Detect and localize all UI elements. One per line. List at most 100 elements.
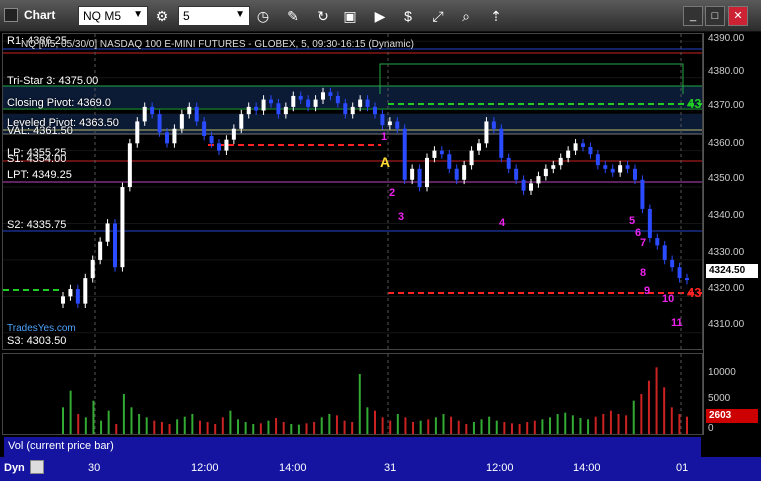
candle-body (670, 259, 675, 268)
candle-body (387, 121, 392, 126)
level-label: S3: 4303.50 (7, 335, 67, 347)
candle-body (551, 165, 556, 169)
x-tick: 01 (676, 462, 689, 474)
y-tick: 4380.00 (708, 66, 745, 77)
volume-bar (434, 417, 437, 434)
close-button[interactable]: ✕ (728, 6, 748, 26)
candle-body (283, 106, 288, 115)
candle-body (90, 259, 95, 279)
candle-body (98, 241, 103, 260)
volume-bar (663, 387, 666, 434)
maximize-button[interactable]: □ (705, 6, 725, 26)
candle-body (514, 168, 519, 180)
candle-body (462, 165, 467, 180)
red-count-label: 43 (687, 285, 702, 300)
candle-body (350, 106, 355, 115)
play-icon[interactable]: ▶ (370, 5, 390, 27)
volume-panel[interactable] (2, 353, 703, 435)
candle-body (179, 114, 184, 129)
volume-bar (571, 415, 574, 434)
candle-body (588, 146, 593, 155)
volume-bar (389, 420, 392, 434)
time-axis[interactable]: Dyn 30 12:00 14:00 31 12:00 14:00 01 (0, 457, 761, 481)
volume-bar (374, 410, 376, 434)
volume-bar (160, 422, 163, 434)
candle-body (321, 92, 325, 100)
candle-body (558, 157, 563, 166)
count-mark-4: 4 (499, 217, 506, 229)
candle-body (335, 95, 340, 104)
candle-body (142, 106, 147, 122)
candle-body (105, 223, 110, 242)
volume-bar (153, 420, 156, 434)
y-tick: 4340.00 (708, 210, 745, 221)
symbol-select[interactable]: NQ M5 ▼ (78, 6, 148, 26)
volume-bar (92, 400, 95, 434)
blog-text[interactable]: TradesYes.com (7, 323, 76, 334)
volume-bar (686, 416, 688, 434)
y-tick: 4390.00 (708, 33, 745, 44)
volume-bar (313, 422, 316, 434)
volume-bar (472, 422, 475, 434)
candle-body (358, 99, 363, 107)
volume-bar (267, 420, 270, 434)
interval-select[interactable]: 5 ▼ (178, 6, 250, 26)
x-tick: 14:00 (279, 462, 307, 474)
candle-body (276, 103, 281, 115)
price-axis[interactable]: 4390.00 4380.00 4370.00 4360.00 4350.00 … (703, 33, 761, 435)
screenshot-icon[interactable]: ▣ (340, 5, 360, 27)
vol-tick: 10000 (708, 367, 736, 378)
volume-bar (541, 419, 544, 434)
volume-bar (480, 419, 483, 434)
candle-body (365, 99, 370, 107)
volume-bar (533, 420, 536, 434)
search-icon[interactable]: ⌕ (456, 5, 476, 27)
candle-body (209, 136, 214, 144)
up-arrow-icon[interactable]: ⇡ (486, 5, 506, 27)
level-label: S1: 4354.00 (7, 153, 67, 165)
volume-bars (62, 367, 688, 434)
volume-bar (564, 412, 567, 434)
refresh-icon[interactable]: ↻ (313, 5, 333, 27)
chevron-down-icon: ▼ (235, 9, 245, 20)
clock-icon[interactable]: ◷ (253, 5, 273, 27)
count-mark-10: 10 (662, 293, 674, 305)
candle-body (254, 106, 259, 111)
volume-bar (328, 414, 331, 434)
level-label: Closing Pivot: 4369.0 (7, 97, 111, 109)
chart-window: Chart NQ M5 ▼ ⚙ 5 ▼ ◷ ✎ ↻ ▣ ▶ $ ⤢ ⌕ ⇡ _ … (0, 0, 761, 481)
volume-bar (678, 414, 681, 434)
volume-bar (259, 423, 262, 434)
volume-bar (206, 422, 209, 434)
link-icon[interactable]: ⤢ (428, 5, 448, 27)
volume-bar (358, 374, 361, 434)
candle-body (521, 179, 526, 191)
zoom-icon[interactable] (30, 460, 44, 474)
volume-panel-label: Vol (current price bar) (4, 437, 701, 457)
candle-body (454, 168, 459, 180)
candle-body (417, 168, 422, 188)
volume-bar (282, 422, 285, 434)
candle-body (328, 92, 333, 96)
candle-body (499, 128, 504, 158)
count-mark-8: 8 (640, 267, 646, 279)
minimize-button[interactable]: _ (683, 6, 703, 26)
candle-body (491, 121, 496, 129)
candle-body (224, 139, 229, 151)
volume-bar (503, 422, 506, 434)
price-panel[interactable]: 1 2 3 4 5 6 7 8 9 10 11 R1: 4386.25 NQ [M5, 05/30/… (2, 33, 703, 350)
volume-bar (107, 410, 110, 434)
volume-bar (510, 423, 513, 434)
volume-bar (77, 414, 80, 434)
y-tick: 4330.00 (708, 247, 745, 258)
pencil-icon[interactable]: ✎ (283, 5, 303, 27)
settings-gear-icon[interactable]: ⚙ (152, 5, 172, 27)
vol-tick: 0 (708, 423, 714, 434)
candle-body (291, 95, 296, 107)
dollar-icon[interactable]: $ (398, 5, 418, 27)
volume-bar (419, 420, 422, 434)
volume-chart-svg (62, 354, 688, 434)
y-tick: 4370.00 (708, 100, 745, 111)
volume-bar (305, 423, 308, 434)
volume-bar (609, 410, 612, 434)
